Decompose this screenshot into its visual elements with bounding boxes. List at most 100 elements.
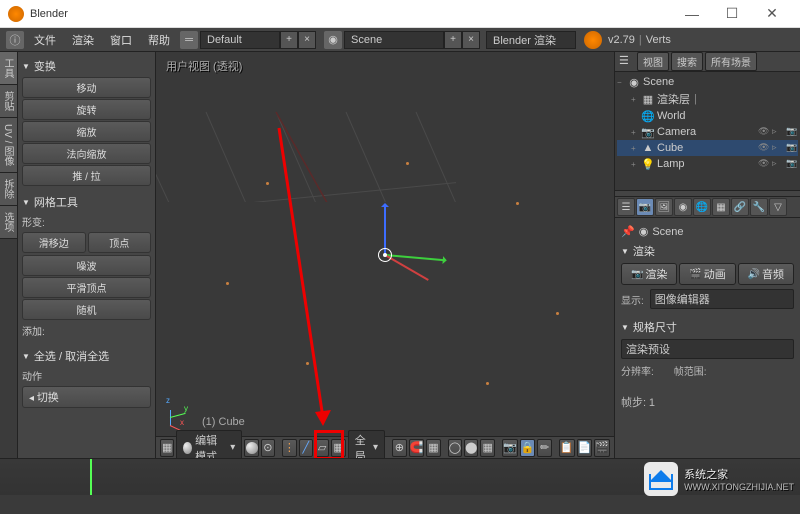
select-panel-header[interactable]: ▼全选 / 取消全选 [22, 346, 151, 366]
smooth-vertex-button[interactable]: 平滑顶点 [22, 277, 151, 298]
menu-help[interactable]: 帮助 [140, 32, 178, 48]
visibility-icon[interactable]: 👁 [758, 142, 770, 154]
renderable-icon[interactable]: 📷 [786, 158, 798, 170]
vertex-dot [486, 382, 489, 385]
layout-remove-button[interactable]: × [298, 31, 316, 49]
object-tab[interactable]: ▦ [712, 198, 730, 216]
menu-render[interactable]: 渲染 [64, 32, 102, 48]
maximize-button[interactable]: ☐ [712, 5, 752, 22]
outliner-item-scene[interactable]: −◉Scene [617, 74, 798, 90]
timeline-current-frame-indicator[interactable] [90, 459, 92, 495]
mesh-tools-header[interactable]: ▼网格工具 [22, 192, 151, 212]
audio-button[interactable]: 🔊 音频 [738, 263, 794, 285]
selectable-icon[interactable]: ▹ [772, 142, 784, 154]
editor-type-icon[interactable]: ⓘ [6, 31, 24, 49]
expand-icon[interactable]: − [617, 78, 627, 87]
layout-icon[interactable]: ═ [180, 31, 198, 49]
snap-type-button[interactable]: ▦ [426, 439, 440, 457]
proportional-falloff-button[interactable]: ⬤ [464, 439, 478, 457]
outliner-item-camera[interactable]: +📷Camera👁▹📷 [617, 124, 798, 140]
scene-add-button[interactable]: + [444, 31, 462, 49]
vertex-button[interactable]: 顶点 [88, 232, 152, 253]
manipulator-toggle[interactable]: ⊕ [392, 439, 406, 457]
shading-mode-button[interactable] [244, 439, 258, 457]
render-engine-select[interactable]: Blender 渲染 [486, 31, 576, 49]
gizmo-center[interactable] [378, 248, 392, 262]
push-pull-button[interactable]: 推 / 拉 [22, 165, 151, 186]
pin-icon[interactable]: 📌 [621, 225, 635, 238]
rotate-button[interactable]: 旋转 [22, 99, 151, 120]
render-section-header[interactable]: ▼渲染 [621, 241, 794, 261]
watermark: 系统之家 WWW.XITONGZHIJIA.NET [644, 462, 794, 496]
constraints-tab[interactable]: 🔗 [731, 198, 749, 216]
dimensions-section-header[interactable]: ▼规格尺寸 [621, 317, 794, 337]
expand-icon[interactable]: + [631, 128, 641, 137]
snap-button[interactable]: 🧲 [409, 439, 425, 457]
transform-panel-header[interactable]: ▼变换 [22, 56, 151, 76]
outliner-item-world[interactable]: 🌐World [617, 108, 798, 124]
editor-type-button[interactable]: ▦ [160, 439, 174, 457]
renderable-icon[interactable]: 📷 [786, 142, 798, 154]
render-preview-button[interactable]: 📷 [502, 439, 518, 457]
outliner-item-cube[interactable]: +▲Cube👁▹📷 [617, 140, 798, 156]
properties-editor-icon[interactable]: ☰ [617, 198, 635, 216]
paste-button[interactable]: 📄 [577, 439, 593, 457]
data-tab[interactable]: ▽ [769, 198, 787, 216]
clapperboard-icon[interactable]: 🎬 [594, 439, 610, 457]
translate-button[interactable]: 移动 [22, 77, 151, 98]
expand-icon[interactable]: + [631, 95, 641, 104]
close-button[interactable]: ✕ [752, 5, 792, 22]
layout-add-button[interactable]: + [280, 31, 298, 49]
display-select[interactable]: 图像编辑器 [650, 289, 794, 309]
scale-button[interactable]: 缩放 [22, 121, 151, 142]
proportional-edit-button[interactable]: ◯ [448, 439, 462, 457]
tab-shading[interactable]: 拆除 [0, 173, 17, 206]
render-layers-tab[interactable]: 🖼 [655, 198, 673, 216]
lock-camera-button[interactable]: 🔒 [520, 439, 536, 457]
tab-tools[interactable]: 工具 [0, 52, 17, 85]
world-tab[interactable]: 🌐 [693, 198, 711, 216]
render-tab[interactable]: 📷 [636, 198, 654, 216]
outliner-view-menu[interactable]: 视图 [637, 52, 669, 71]
render-preset-select[interactable]: 渲染预设 [621, 339, 794, 359]
noise-button[interactable]: 噪波 [22, 255, 151, 276]
menu-file[interactable]: 文件 [26, 32, 64, 48]
menu-window[interactable]: 窗口 [102, 32, 140, 48]
layout-select[interactable]: Default [200, 31, 280, 49]
tab-options[interactable]: 选项 [0, 206, 17, 239]
selectable-icon[interactable]: ▹ [772, 158, 784, 170]
selectable-icon[interactable]: ▹ [772, 126, 784, 138]
modifiers-tab[interactable]: 🔧 [750, 198, 768, 216]
expand-icon[interactable]: + [631, 160, 641, 169]
minimize-button[interactable]: — [672, 6, 712, 22]
gpencil-button[interactable]: ✏ [537, 439, 551, 457]
randomize-button[interactable]: 随机 [22, 299, 151, 320]
animation-button[interactable]: 🎬 动画 [679, 263, 735, 285]
edge-select-button[interactable]: ╱ [299, 439, 313, 457]
copy-button[interactable]: 📋 [559, 439, 575, 457]
outliner-filter[interactable]: 所有场景 [705, 52, 757, 71]
tab-uv[interactable]: UV / 图像 [0, 118, 17, 173]
pivot-point-button[interactable]: ⊙ [261, 439, 275, 457]
expand-icon[interactable]: + [631, 144, 641, 153]
action-toggle-button[interactable]: ◂ 切换 [22, 386, 151, 408]
visibility-icon[interactable]: 👁 [758, 126, 770, 138]
outliner-item-渲染层[interactable]: +▦渲染层| [617, 90, 798, 108]
3d-viewport[interactable]: 用户视图 (透视) z y x (1) Cube ▦ 编辑模式 ▾ ⊙ ⋮ ╱ … [156, 52, 614, 458]
render-button[interactable]: 📷 渲染 [621, 263, 677, 285]
outliner[interactable]: −◉Scene+▦渲染层|🌐World+📷Camera👁▹📷+▲Cube👁▹📷+… [615, 72, 800, 190]
normal-scale-button[interactable]: 法向缩放 [22, 143, 151, 164]
scene-icon[interactable]: ◉ [324, 31, 342, 49]
outliner-editor-icon[interactable]: ☰ [619, 54, 635, 70]
scene-select[interactable]: Scene [344, 31, 444, 49]
layers-button[interactable]: ▦ [480, 439, 494, 457]
vertex-select-button[interactable]: ⋮ [282, 439, 296, 457]
scene-remove-button[interactable]: × [462, 31, 480, 49]
outliner-search-menu[interactable]: 搜索 [671, 52, 703, 71]
visibility-icon[interactable]: 👁 [758, 158, 770, 170]
tab-clip[interactable]: 剪贴 [0, 85, 17, 118]
scene-tab[interactable]: ◉ [674, 198, 692, 216]
outliner-item-lamp[interactable]: +💡Lamp👁▹📷 [617, 156, 798, 172]
renderable-icon[interactable]: 📷 [786, 126, 798, 138]
edge-slide-button[interactable]: 滑移边 [22, 232, 86, 253]
